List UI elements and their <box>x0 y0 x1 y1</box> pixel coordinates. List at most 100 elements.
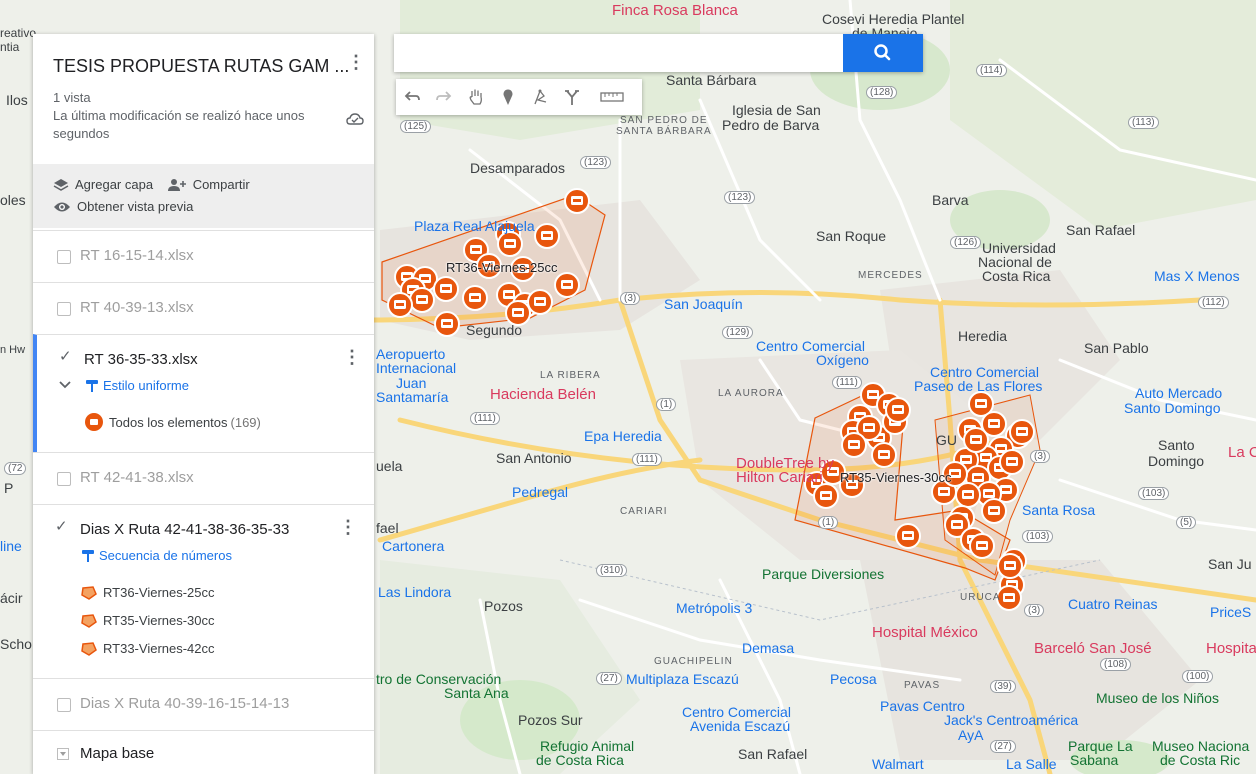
route-stop-marker[interactable] <box>462 285 488 311</box>
layer-name[interactable]: RT 36-35-33.xlsx <box>84 351 198 368</box>
style-link[interactable]: Secuencia de números <box>99 548 232 563</box>
chevron-down-icon[interactable] <box>59 381 71 389</box>
basemap-row[interactable]: Mapa base <box>33 730 374 774</box>
place-label[interactable]: AyA <box>958 727 983 743</box>
route-stop-marker[interactable] <box>963 427 989 453</box>
draw-line-icon[interactable] <box>524 79 556 115</box>
place-label[interactable]: Metrópolis 3 <box>676 600 752 616</box>
layer-checkbox[interactable] <box>57 698 71 712</box>
layer-checkbox-checked[interactable]: ✓ <box>55 517 68 535</box>
layer-name[interactable]: RT 40-39-13.xlsx <box>80 299 194 316</box>
place-label[interactable]: Pedregal <box>512 484 568 500</box>
place-label[interactable]: Finca Rosa Blanca <box>612 2 738 19</box>
place-label[interactable]: San Antonio <box>496 450 572 466</box>
route-stop-marker[interactable] <box>841 432 867 458</box>
place-label[interactable]: Barceló San José <box>1034 640 1152 657</box>
place-label[interactable]: Internacional <box>376 360 456 376</box>
place-label[interactable]: Santo Domingo <box>1124 400 1221 416</box>
layer-options-icon[interactable]: ⋮ <box>343 347 361 368</box>
layer-checkbox[interactable] <box>57 250 71 264</box>
preview-button[interactable]: Obtener vista previa <box>53 196 193 218</box>
place-label[interactable]: de Costa Rica <box>536 752 624 768</box>
add-layer-button[interactable]: Agregar capa <box>53 174 153 196</box>
redo-icon[interactable] <box>428 79 460 115</box>
route-stop-marker[interactable] <box>981 498 1007 524</box>
expand-arrow-icon[interactable] <box>57 748 69 760</box>
more-options-icon[interactable]: ⋮ <box>347 52 365 73</box>
route-stop-marker[interactable] <box>434 311 460 337</box>
place-label[interactable]: Hilton Cariari <box>736 469 823 486</box>
route-stop-marker[interactable] <box>997 553 1023 579</box>
route-label[interactable]: RT35-Viernes-30cc <box>840 470 952 485</box>
route-stop-marker[interactable] <box>996 585 1022 611</box>
place-label[interactable]: Hospital México <box>872 624 978 641</box>
place-label[interactable]: Pozos <box>484 598 523 614</box>
layer-rt-16-15-14[interactable]: RT 16-15-14.xlsx <box>33 230 374 282</box>
route-stop-marker[interactable] <box>534 223 560 249</box>
place-label[interactable]: San Pablo <box>1084 340 1149 356</box>
layer-name[interactable]: Dias X Ruta 42-41-38-36-35-33 <box>80 521 289 538</box>
place-label[interactable]: Plaza Real Alajuela <box>414 218 535 234</box>
place-label[interactable]: Paseo de Las Flores <box>914 378 1042 394</box>
layer-rt-36-35-33[interactable]: ✓ RT 36-35-33.xlsx ⋮ Estilo uniforme Tod… <box>33 334 374 452</box>
place-label[interactable]: Segundo <box>466 322 522 338</box>
directions-icon[interactable] <box>556 79 588 115</box>
share-button[interactable]: Compartir <box>167 174 250 196</box>
route-stop-marker[interactable] <box>955 482 981 508</box>
place-label[interactable]: Iglesia de San <box>732 102 821 118</box>
search-button[interactable] <box>843 34 923 72</box>
layer-name[interactable]: RT 16-15-14.xlsx <box>80 247 194 264</box>
route-stop-marker[interactable] <box>885 397 911 423</box>
place-label[interactable]: Santa Ana <box>444 685 509 701</box>
place-label[interactable]: Santo <box>1158 437 1195 453</box>
route-item[interactable]: RT33-Viernes-42cc <box>81 641 215 656</box>
place-label[interactable]: Hacienda Belén <box>490 386 596 403</box>
layer-checkbox[interactable] <box>57 302 71 316</box>
place-label[interactable]: Pedro de Barva <box>722 117 819 133</box>
all-items-row[interactable]: Todos los elementos (169) <box>85 413 261 431</box>
place-label[interactable]: Parque Diversiones <box>762 566 884 582</box>
place-label[interactable]: Pozos Sur <box>518 712 583 728</box>
place-label[interactable]: Desamparados <box>470 160 565 176</box>
route-stop-marker[interactable] <box>497 231 523 257</box>
layer-checkbox[interactable] <box>57 472 71 486</box>
place-label[interactable]: Santa Rosa <box>1022 502 1095 518</box>
place-label[interactable]: San Ju <box>1208 556 1252 572</box>
place-label[interactable]: San Rafael <box>738 746 807 762</box>
marker-icon[interactable] <box>492 79 524 115</box>
undo-icon[interactable] <box>396 79 428 115</box>
place-label[interactable]: Santamaría <box>376 389 448 405</box>
route-stop-marker[interactable] <box>813 483 839 509</box>
layer-rt-42-41-38[interactable]: RT 42-41-38.xlsx <box>33 452 374 504</box>
place-label[interactable]: Heredia <box>958 328 1007 344</box>
place-label[interactable]: Jack's Centroamérica <box>944 712 1078 728</box>
route-item[interactable]: RT36-Viernes-25cc <box>81 585 215 600</box>
place-label[interactable]: Costa Rica <box>982 268 1050 284</box>
place-label[interactable]: PriceS <box>1210 604 1251 620</box>
map-title[interactable]: TESIS PROPUESTA RUTAS GAM ... <box>53 56 354 77</box>
place-label[interactable]: San Roque <box>816 228 886 244</box>
place-label[interactable]: de Costa Ric <box>1160 752 1240 768</box>
place-label[interactable]: Pecosa <box>830 671 877 687</box>
place-label[interactable]: Oxígeno <box>816 352 869 368</box>
layer-name[interactable]: RT 42-41-38.xlsx <box>80 469 194 486</box>
place-label[interactable]: Santa Bárbara <box>666 72 756 88</box>
place-label[interactable]: Las Lindora <box>378 584 451 600</box>
place-label[interactable]: Domingo <box>1148 453 1204 469</box>
route-stop-marker[interactable] <box>527 289 553 315</box>
route-stop-marker[interactable] <box>409 287 435 313</box>
place-label[interactable]: Hospita <box>1206 640 1256 657</box>
hand-icon[interactable] <box>460 79 492 115</box>
layer-name[interactable]: Dias X Ruta 40-39-16-15-14-13 <box>80 695 289 712</box>
ruler-icon[interactable] <box>588 79 636 115</box>
route-stop-marker[interactable] <box>895 523 921 549</box>
place-label[interactable]: Cuatro Reinas <box>1068 596 1158 612</box>
place-label[interactable]: Demasa <box>742 640 794 656</box>
place-label[interactable]: Cartonera <box>382 538 444 554</box>
route-label[interactable]: RT36-Viernes-25cc <box>446 260 558 275</box>
place-label[interactable]: Mas X Menos <box>1154 268 1240 284</box>
place-label[interactable]: San Rafael <box>1066 222 1135 238</box>
place-label[interactable]: Auto Mercado <box>1135 385 1222 401</box>
place-label[interactable]: Museo de los Niños <box>1096 690 1219 706</box>
layer-dias-x-ruta-42[interactable]: ✓ Dias X Ruta 42-41-38-36-35-33 ⋮ Secuen… <box>33 504 374 678</box>
